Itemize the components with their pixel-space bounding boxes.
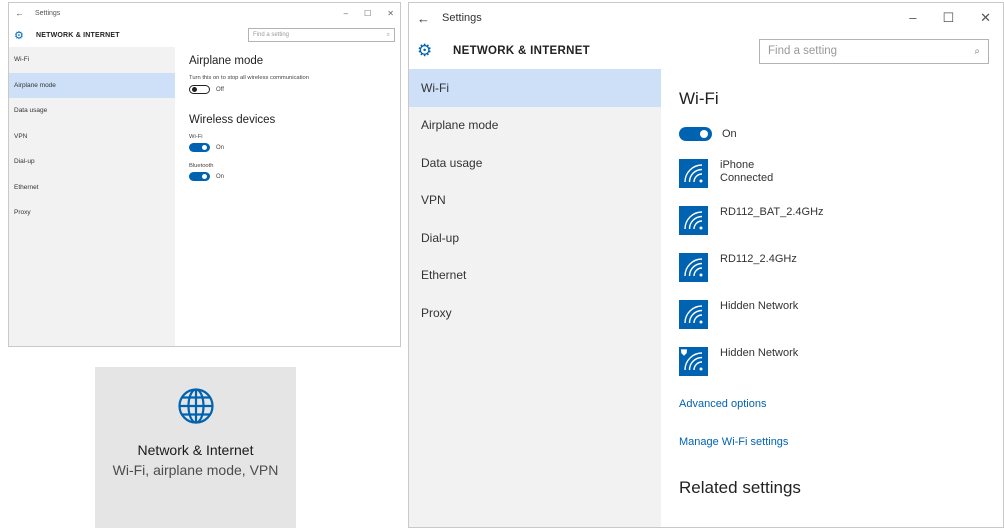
network-name: Hidden Network	[720, 347, 799, 359]
search-placeholder: Find a setting	[253, 32, 290, 38]
search-icon[interactable]: ⌕	[974, 46, 980, 57]
airplane-mode-state: Off	[216, 86, 224, 93]
bluetooth-state: On	[216, 173, 225, 180]
sidebar-item-ethernet[interactable]: Ethernet	[9, 175, 175, 201]
settings-header: ⚙ NETWORK & INTERNET Find a setting ⌕	[9, 23, 400, 47]
wifi-content: Wi-Fi On iPhone Connected RD112_BAT_2.4G…	[679, 89, 989, 498]
sidebar-item-proxy[interactable]: Proxy	[409, 294, 661, 332]
wifi-device-toggle-row: On	[189, 143, 394, 152]
minimize-icon[interactable]: –	[909, 10, 916, 26]
wireless-devices-heading: Wireless devices	[189, 114, 276, 126]
wifi-heading: Wi-Fi	[679, 89, 719, 108]
shield-icon: ⛊	[681, 348, 687, 357]
sidebar-item-wifi[interactable]: Wi-Fi	[409, 69, 661, 107]
wifi-signal-icon	[679, 159, 708, 188]
title-bar: ← Settings – ☐ ✕	[9, 3, 400, 23]
advanced-options-link[interactable]: Advanced options	[679, 398, 989, 432]
related-settings-heading: Related settings	[679, 478, 801, 497]
manage-wifi-settings-link[interactable]: Manage Wi-Fi settings	[679, 436, 989, 470]
window-controls: – ☐ ✕	[909, 10, 995, 26]
sidebar-item-wifi[interactable]: Wi-Fi	[9, 47, 175, 73]
tile-title: Network & Internet	[137, 442, 254, 458]
sidebar-item-vpn[interactable]: VPN	[409, 182, 661, 220]
bluetooth-label: Bluetooth	[189, 163, 214, 169]
wifi-signal-icon	[679, 206, 708, 235]
search-input[interactable]: Find a setting ⌕	[248, 28, 395, 42]
network-name: RD112_2.4GHz	[720, 253, 797, 265]
network-name: Hidden Network	[720, 300, 799, 312]
bluetooth-toggle-row: On	[189, 172, 394, 181]
wifi-state: On	[722, 128, 737, 140]
gear-icon: ⚙	[14, 29, 24, 42]
sidebar-item-dial-up[interactable]: Dial-up	[409, 219, 661, 257]
gear-icon: ⚙	[417, 41, 433, 60]
wifi-device-state: On	[216, 144, 225, 151]
airplane-mode-description: Turn this on to stop all wireless commun…	[189, 75, 309, 81]
window-title: Settings	[442, 12, 482, 24]
wifi-toggle-row: On	[679, 127, 989, 141]
airplane-mode-toggle-row: Off	[189, 85, 394, 94]
airplane-mode-content: Airplane mode Turn this on to stop all w…	[189, 55, 394, 181]
minimize-icon[interactable]: –	[344, 9, 348, 18]
globe-icon	[95, 387, 296, 430]
close-icon[interactable]: ✕	[387, 9, 394, 18]
tile-subtitle: Wi-Fi, airplane mode, VPN	[112, 462, 279, 478]
back-arrow-icon[interactable]: ←	[15, 8, 35, 18]
network-name: iPhone	[720, 159, 755, 171]
network-internet-tile[interactable]: Network & Internet Wi-Fi, airplane mode,…	[95, 367, 296, 528]
network-item[interactable]: RD112_2.4GHz	[679, 253, 989, 300]
maximize-icon[interactable]: ☐	[942, 10, 954, 26]
network-item[interactable]: Hidden Network	[679, 300, 989, 347]
sidebar-item-dial-up[interactable]: Dial-up	[9, 149, 175, 175]
window-controls: – ☐ ✕	[344, 9, 394, 18]
wifi-secured-icon: ⛊	[679, 347, 708, 376]
page-title: NETWORK & INTERNET	[453, 45, 591, 57]
bluetooth-toggle[interactable]	[189, 172, 210, 181]
window-title: Settings	[35, 9, 61, 17]
wifi-device-label: Wi-Fi	[189, 134, 203, 140]
airplane-mode-heading: Airplane mode	[189, 55, 264, 67]
wifi-signal-icon	[679, 253, 708, 282]
network-item[interactable]: RD112_BAT_2.4GHz	[679, 206, 989, 253]
sidebar-item-data-usage[interactable]: Data usage	[409, 144, 661, 182]
network-item[interactable]: ⛊ Hidden Network	[679, 347, 989, 394]
network-status: Connected	[720, 172, 774, 184]
wifi-toggle[interactable]	[679, 127, 712, 141]
sidebar-item-data-usage[interactable]: Data usage	[9, 98, 175, 124]
network-name: RD112_BAT_2.4GHz	[720, 206, 824, 218]
sidebar: Wi-Fi Airplane mode Data usage VPN Dial-…	[9, 47, 175, 346]
network-item[interactable]: iPhone Connected	[679, 159, 989, 206]
wifi-signal-icon	[679, 300, 708, 329]
title-bar: ← Settings – ☐ ✕	[409, 3, 1003, 33]
settings-window-small: ← Settings – ☐ ✕ ⚙ NETWORK & INTERNET Fi…	[8, 2, 401, 347]
wifi-device-toggle[interactable]	[189, 143, 210, 152]
search-icon[interactable]: ⌕	[387, 32, 390, 39]
search-input[interactable]: Find a setting ⌕	[759, 38, 989, 64]
page-title: NETWORK & INTERNET	[36, 31, 120, 39]
back-arrow-icon[interactable]: ←	[417, 11, 442, 26]
sidebar-item-airplane-mode[interactable]: Airplane mode	[9, 72, 175, 98]
airplane-mode-toggle[interactable]	[189, 85, 210, 94]
settings-header: ⚙ NETWORK & INTERNET Find a setting ⌕	[409, 33, 1003, 69]
sidebar-item-ethernet[interactable]: Ethernet	[409, 257, 661, 295]
close-icon[interactable]: ✕	[980, 10, 991, 26]
search-placeholder: Find a setting	[768, 45, 838, 57]
settings-window-large: ← Settings – ☐ ✕ ⚙ NETWORK & INTERNET Fi…	[408, 2, 1004, 528]
sidebar-item-airplane-mode[interactable]: Airplane mode	[409, 107, 661, 145]
sidebar-item-vpn[interactable]: VPN	[9, 124, 175, 150]
maximize-icon[interactable]: ☐	[364, 9, 371, 18]
sidebar: Wi-Fi Airplane mode Data usage VPN Dial-…	[409, 69, 661, 527]
sidebar-item-proxy[interactable]: Proxy	[9, 200, 175, 226]
